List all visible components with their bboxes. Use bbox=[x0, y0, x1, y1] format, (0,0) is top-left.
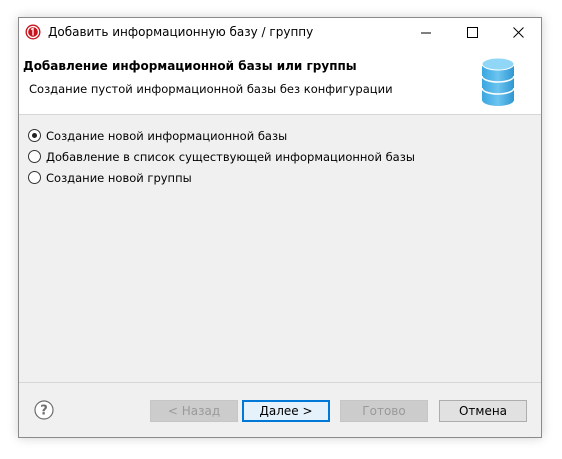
next-button[interactable]: Далее > bbox=[242, 400, 330, 422]
cancel-button[interactable]: Отмена bbox=[439, 400, 527, 422]
1c-logo-icon bbox=[25, 24, 41, 40]
minimize-icon bbox=[421, 32, 431, 33]
option-label: Создание новой группы bbox=[46, 170, 192, 185]
radio-button-checked[interactable] bbox=[28, 129, 41, 142]
footer-divider bbox=[19, 382, 541, 383]
cancel-button-label: Отмена bbox=[458, 404, 508, 418]
radio-button[interactable] bbox=[28, 171, 41, 184]
finish-button-label: Готово bbox=[362, 404, 406, 418]
database-icon bbox=[481, 57, 515, 107]
help-button[interactable]: ? bbox=[34, 400, 54, 420]
mode-options: Создание новой информационной базы Добав… bbox=[28, 125, 415, 188]
option-create-infobase[interactable]: Создание новой информационной базы bbox=[28, 125, 415, 146]
option-label: Добавление в список существующей информа… bbox=[46, 149, 415, 164]
back-button-label: < Назад bbox=[167, 404, 221, 418]
option-add-existing-infobase[interactable]: Добавление в список существующей информа… bbox=[28, 146, 415, 167]
maximize-icon bbox=[466, 27, 478, 38]
close-button[interactable] bbox=[495, 18, 541, 47]
dialog-window: Добавить информационную базу / группу До… bbox=[18, 17, 542, 438]
page-subtitle: Создание пустой информационной базы без … bbox=[29, 82, 393, 96]
radio-button[interactable] bbox=[28, 150, 41, 163]
title-bar[interactable]: Добавить информационную базу / группу bbox=[19, 18, 541, 47]
option-label: Создание новой информационной базы bbox=[46, 128, 288, 143]
wizard-header: Добавление информационной базы или групп… bbox=[19, 47, 541, 115]
minimize-button[interactable] bbox=[403, 18, 449, 47]
help-icon: ? bbox=[34, 400, 54, 420]
close-icon bbox=[512, 27, 524, 38]
svg-text:?: ? bbox=[40, 404, 48, 419]
window-title: Добавить информационную базу / группу bbox=[48, 25, 314, 39]
maximize-button[interactable] bbox=[449, 18, 495, 47]
finish-button[interactable]: Готово bbox=[340, 400, 428, 422]
page-title: Добавление информационной базы или групп… bbox=[23, 59, 357, 73]
next-button-label: Далее > bbox=[259, 404, 313, 418]
back-button[interactable]: < Назад bbox=[150, 400, 238, 422]
option-create-group[interactable]: Создание новой группы bbox=[28, 167, 415, 188]
